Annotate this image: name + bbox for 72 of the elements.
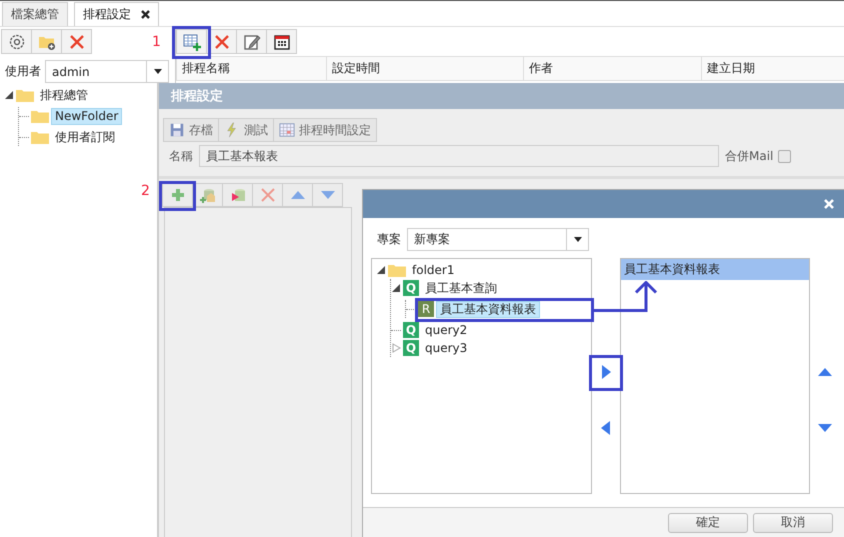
tree-item[interactable]: query2 [421, 322, 472, 338]
cancel-button[interactable]: 取消 [753, 512, 833, 532]
move-left-button[interactable] [599, 420, 613, 436]
folder-icon [31, 109, 49, 123]
delete-icon [212, 32, 230, 50]
panel-title: 排程設定 [159, 83, 844, 109]
save-button[interactable]: 存檔 [163, 118, 219, 142]
highlight-box [172, 26, 211, 59]
left-triangle-icon [599, 420, 613, 436]
calendar-button[interactable] [266, 29, 297, 54]
caret-icon [574, 237, 582, 242]
tree-item[interactable]: folder1 [408, 262, 458, 278]
column-header[interactable]: 設定時間 [326, 57, 523, 80]
connector-arrow [594, 281, 658, 312]
user-dropdown[interactable]: admin [45, 60, 169, 83]
test-button[interactable]: 測試 [218, 118, 274, 142]
tree-item[interactable]: 員工基本資料報表 [436, 300, 540, 318]
caret-icon [154, 69, 162, 74]
add-schedule-button[interactable] [176, 29, 207, 54]
edit-icon [242, 32, 260, 50]
merge-mail-label: 合併Mail [725, 148, 774, 164]
tree-item[interactable]: 員工基本查詢 [421, 280, 501, 296]
expand-toggle-icon[interactable] [376, 265, 386, 275]
annotation-number: 2 [141, 183, 150, 199]
user-label: 使用者 [5, 63, 41, 80]
folder-icon [388, 263, 406, 277]
tree-item[interactable]: NewFolder [51, 108, 122, 124]
column-header[interactable]: 建立日期 [701, 57, 841, 80]
expand-toggle-icon[interactable] [391, 283, 401, 293]
name-label: 名稱 [169, 148, 193, 164]
edit-button[interactable] [236, 29, 267, 54]
table-add-icon [182, 32, 200, 50]
highlight-box [159, 181, 196, 211]
query-badge: Q [403, 322, 419, 338]
add-button[interactable] [162, 183, 193, 207]
settings-button[interactable] [1, 29, 32, 54]
calendar-icon [272, 32, 290, 50]
tree-item[interactable]: 使用者訂閱 [51, 128, 119, 146]
database-add-icon [198, 186, 216, 204]
report-badge: R [418, 301, 434, 317]
delete-button[interactable] [61, 29, 92, 54]
close-icon[interactable] [141, 10, 150, 19]
checkbox[interactable] [778, 150, 792, 162]
query-badge: Q [403, 340, 419, 356]
save-icon [169, 122, 185, 138]
folder-icon [16, 88, 34, 102]
annotation-number: 1 [152, 34, 161, 50]
database-run-button[interactable] [222, 183, 253, 207]
gear-icon [8, 32, 26, 50]
delete-icon [258, 186, 276, 204]
column-header[interactable]: 作者 [523, 57, 701, 80]
highlight-box [589, 355, 623, 391]
expand-toggle-icon[interactable] [4, 90, 14, 100]
tree-item[interactable]: 排程總管 [36, 86, 92, 104]
list-item[interactable]: 員工基本資料報表 [621, 259, 809, 280]
collapse-toggle-icon[interactable] [391, 343, 401, 353]
column-header[interactable]: 排程名稱 [176, 57, 326, 80]
calendar-icon [279, 122, 295, 138]
folder-icon [31, 130, 49, 144]
name-field[interactable]: 員工基本報表 [199, 145, 719, 167]
tab[interactable]: 排程設定 [74, 2, 159, 26]
new-folder-button[interactable] [31, 29, 62, 54]
tab[interactable]: 檔案總管 [2, 2, 68, 26]
project-label: 專案 [377, 231, 401, 248]
confirm-button[interactable]: 確定 [668, 512, 748, 532]
query-badge: Q [403, 280, 419, 296]
tree-item[interactable]: query3 [421, 340, 472, 356]
schedule-time-button[interactable]: 排程時間設定 [273, 118, 377, 142]
delete-icon [68, 32, 86, 50]
right-triangle-icon [599, 364, 613, 380]
project-dropdown[interactable]: 新專案 [407, 228, 589, 251]
move-right-button[interactable] [599, 364, 613, 380]
